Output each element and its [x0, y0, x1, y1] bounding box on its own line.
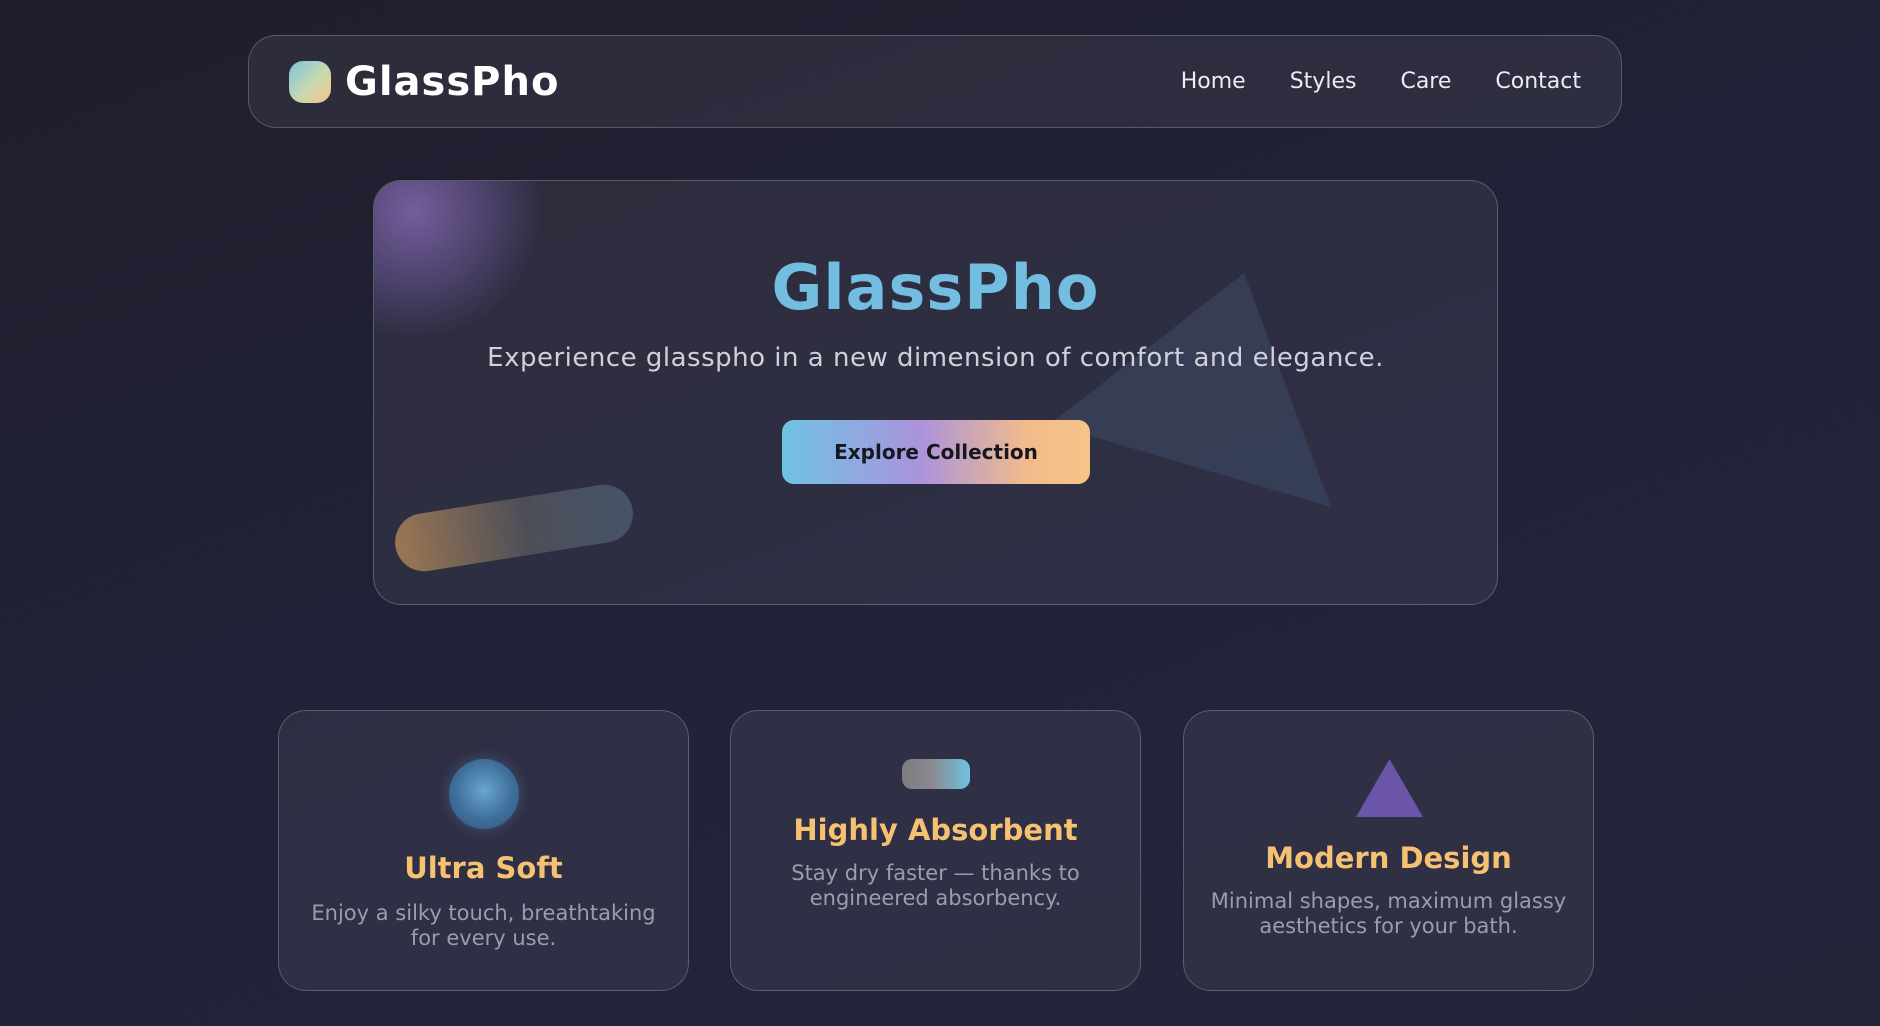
feature-title: Modern Design: [1265, 841, 1512, 875]
nav-links: Home Styles Care Contact: [1181, 69, 1581, 94]
triangle-icon: [1356, 759, 1423, 817]
hero-subtitle: Experience glasspho in a new dimension o…: [487, 343, 1384, 373]
feature-description: Enjoy a silky touch, breathtaking for ev…: [311, 901, 656, 950]
hero-title: GlassPho: [771, 251, 1100, 324]
feature-card-ultra-soft: Ultra Soft Enjoy a silky touch, breathta…: [278, 710, 689, 991]
feature-card-modern-design: Modern Design Minimal shapes, maximum gl…: [1183, 710, 1594, 991]
feature-title: Highly Absorbent: [793, 813, 1078, 847]
brand-name: GlassPho: [345, 58, 560, 105]
brand-logo-icon: [289, 60, 331, 103]
brand[interactable]: GlassPho: [289, 59, 559, 105]
toggle-icon: [902, 759, 970, 789]
feature-description: Stay dry faster — thanks to engineered a…: [791, 861, 1080, 910]
explore-collection-button[interactable]: Explore Collection: [782, 420, 1090, 484]
orb-icon: [449, 759, 519, 829]
nav-link-styles[interactable]: Styles: [1290, 69, 1357, 94]
nav-link-contact[interactable]: Contact: [1495, 69, 1581, 94]
feature-title: Ultra Soft: [404, 851, 563, 885]
navbar: GlassPho Home Styles Care Contact: [248, 35, 1622, 128]
feature-card-highly-absorbent: Highly Absorbent Stay dry faster — thank…: [730, 710, 1141, 991]
hero-section: GlassPho Experience glasspho in a new di…: [373, 180, 1498, 605]
nav-link-care[interactable]: Care: [1400, 69, 1451, 94]
nav-link-home[interactable]: Home: [1181, 69, 1246, 94]
feature-description: Minimal shapes, maximum glassy aesthetic…: [1210, 889, 1567, 938]
